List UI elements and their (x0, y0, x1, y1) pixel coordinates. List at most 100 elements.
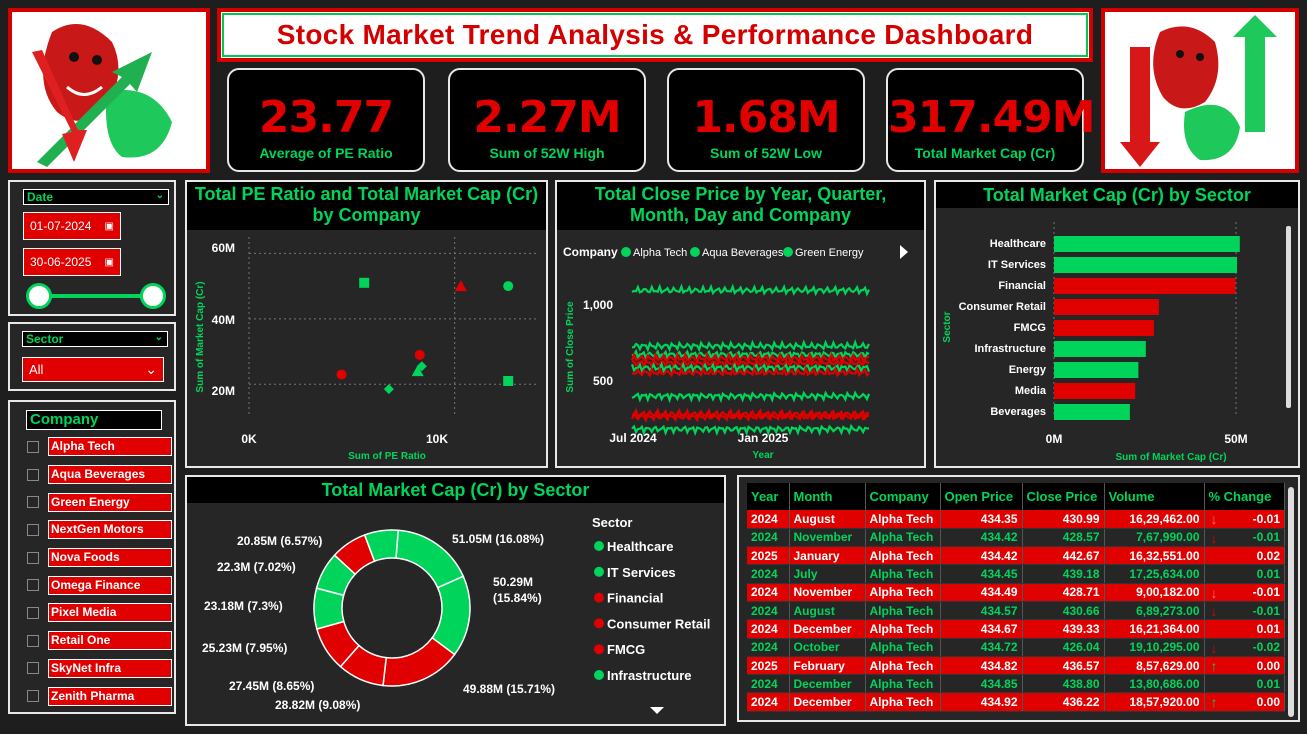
line-chart[interactable]: Company Alpha Tech Aqua Beverages Green … (557, 232, 924, 466)
scatter-point[interactable] (383, 384, 394, 395)
cell-year: 2024 (747, 601, 790, 621)
cell-company: Alpha Tech (865, 619, 941, 639)
calendar-icon[interactable]: ▣ (105, 257, 114, 268)
table-scrollbar[interactable] (1288, 487, 1294, 717)
line-series[interactable] (631, 390, 871, 404)
table-row[interactable]: 2024 July Alpha Tech 434.45 439.18 17,25,634.… (747, 564, 1285, 584)
col-header-year[interactable]: Year (747, 483, 790, 510)
table-row[interactable]: 2024 August Alpha Tech 434.35 430.99 16,29,46… (747, 510, 1285, 529)
bar[interactable] (1054, 320, 1154, 336)
col-header-open-price[interactable]: Open Price (940, 483, 1023, 510)
date-end-input[interactable]: 30-06-2025 ▣ (23, 248, 121, 276)
col-header-volume[interactable]: Volume (1104, 483, 1205, 510)
line-legend-item[interactable]: Green Energy (795, 247, 864, 259)
bar-chart[interactable]: Sector 0M 50M Sum of Market Cap (Cr) Hea… (936, 212, 1298, 466)
bar[interactable] (1054, 404, 1130, 420)
company-option[interactable]: Green Energy (10, 488, 174, 516)
line-series[interactable] (631, 283, 870, 297)
bar[interactable] (1054, 362, 1139, 378)
table-row[interactable]: 2024 November Alpha Tech 434.49 428.71 9,00,1… (747, 583, 1285, 602)
bar[interactable] (1054, 236, 1240, 252)
company-option[interactable]: NextGen Motors (10, 516, 174, 544)
company-option[interactable]: Pixel Media (10, 599, 174, 627)
cell-company: Alpha Tech (865, 510, 941, 529)
col-header-pct-change[interactable]: % Change (1204, 483, 1285, 510)
checkbox[interactable] (27, 496, 39, 509)
table-row[interactable]: 2024 December Alpha Tech 434.67 439.33 16,21,… (747, 619, 1285, 639)
table-row[interactable]: 2024 August Alpha Tech 434.57 430.66 6,89,273… (747, 601, 1285, 621)
table-row[interactable]: 2024 October Alpha Tech 434.72 426.04 19,10,2… (747, 638, 1285, 657)
checkbox[interactable] (27, 579, 39, 592)
legend-next-arrow-icon[interactable] (900, 245, 908, 259)
company-option[interactable]: Omega Finance (10, 571, 174, 599)
scatter-point[interactable] (359, 277, 370, 288)
checkbox[interactable] (27, 606, 39, 619)
donut-chart[interactable]: 51.05M (16.08%) 50.29M 49.88M (15.71%) 2… (187, 505, 724, 724)
date-start-input[interactable]: 01-07-2024 ▣ (23, 212, 121, 240)
chevron-down-icon[interactable]: ⌄ (145, 361, 157, 378)
table-row[interactable]: 2025 February Alpha Tech 434.82 436.57 8,57,6… (747, 656, 1285, 676)
scatter-point[interactable] (454, 280, 467, 292)
bar[interactable] (1054, 341, 1146, 357)
checkbox[interactable] (27, 634, 39, 647)
scatter-chart[interactable]: 60M 40M 20M 0K 10K Sum of PE Ratio Sum o… (187, 232, 546, 466)
line-series[interactable] (631, 365, 870, 378)
table-row[interactable]: 2025 January Alpha Tech 434.42 442.67 16,32,5… (747, 546, 1285, 566)
col-header-close-price[interactable]: Close Price (1022, 483, 1105, 510)
donut-legend-item[interactable]: Consumer Retail (607, 616, 710, 631)
company-option[interactable]: Zenith Pharma (10, 682, 174, 710)
company-option-label: Green Energy (48, 492, 172, 512)
checkbox[interactable] (27, 440, 39, 453)
line-legend-item[interactable]: Alpha Tech (633, 247, 687, 259)
col-header-company[interactable]: Company (865, 483, 941, 510)
company-option[interactable]: Aqua Beverages (10, 461, 174, 489)
date-range-handle-start[interactable] (26, 283, 52, 309)
checkbox[interactable] (27, 523, 39, 536)
company-slicer-label: Company (30, 411, 99, 428)
scatter-point[interactable] (503, 376, 514, 386)
company-option[interactable]: SkyNet Infra (10, 655, 174, 683)
company-option[interactable]: Nova Foods (10, 544, 174, 572)
checkbox[interactable] (27, 662, 39, 675)
company-option[interactable]: Retail One (10, 627, 174, 655)
pct-change-value: -0.01 (1252, 511, 1280, 526)
bar[interactable] (1054, 383, 1136, 399)
col-header-month[interactable]: Month (789, 483, 866, 510)
donut-legend-item[interactable]: Infrastructure (607, 668, 692, 683)
donut-legend-item[interactable]: FMCG (607, 642, 645, 657)
arrow-down-icon: ↓ (1210, 639, 1218, 656)
line-legend-item[interactable]: Aqua Beverages (702, 247, 784, 259)
legend-scroll-down-icon[interactable] (650, 707, 664, 714)
cell-month: November (789, 583, 866, 602)
checkbox[interactable] (27, 468, 39, 481)
bar[interactable] (1054, 278, 1236, 294)
bar-category-label: Energy (1009, 364, 1047, 376)
bar[interactable] (1054, 299, 1159, 315)
chevron-down-icon[interactable]: ⌄ (156, 190, 164, 201)
checkbox[interactable] (27, 551, 39, 564)
donut-legend-item[interactable]: IT Services (607, 565, 676, 580)
donut-legend-item[interactable]: Financial (607, 591, 663, 606)
date-range-handle-end[interactable] (140, 283, 166, 309)
sector-slicer-header[interactable]: Sector ⌄ (22, 331, 168, 347)
bar[interactable] (1054, 257, 1238, 273)
donut-legend-item[interactable]: Healthcare (607, 539, 673, 554)
sector-dropdown[interactable]: All ⌄ (22, 357, 164, 382)
company-option[interactable]: Alpha Tech (10, 433, 174, 461)
pct-change-value: 0.00 (1256, 658, 1280, 673)
chevron-down-icon[interactable]: ⌄ (155, 332, 163, 343)
table-row[interactable]: 2024 November Alpha Tech 434.42 428.57 7,67,9… (747, 528, 1285, 548)
scatter-point[interactable] (336, 369, 347, 380)
bar-category-label: Financial (998, 280, 1046, 292)
bar-chart-scrollbar[interactable] (1286, 226, 1291, 408)
calendar-icon[interactable]: ▣ (105, 221, 114, 232)
table-row[interactable]: 2024 December Alpha Tech 434.92 436.22 18,57,… (747, 692, 1285, 712)
date-slicer-header[interactable]: Date ⌄ (23, 189, 169, 205)
scatter-point[interactable] (503, 281, 514, 292)
kpi-label: Total Market Cap (Cr) (914, 145, 1056, 161)
scatter-point[interactable] (414, 349, 425, 360)
table-row[interactable]: 2024 December Alpha Tech 434.85 438.80 13,80,… (747, 674, 1285, 694)
line-series[interactable] (631, 338, 870, 353)
cell-close-price: 439.18 (1022, 564, 1105, 584)
checkbox[interactable] (27, 690, 39, 703)
